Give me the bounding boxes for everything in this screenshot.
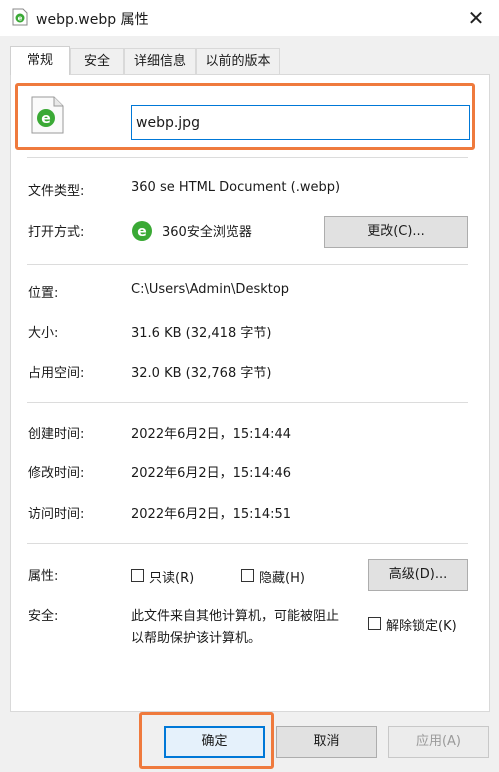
apply-button[interactable]: 应用(A) — [388, 726, 489, 758]
tab-previous-versions[interactable]: 以前的版本 — [196, 48, 280, 74]
window-title: webp.webp 属性 — [36, 12, 149, 28]
location-value: C:\Users\Admin\Desktop — [131, 282, 290, 297]
created-value: 2022年6月2日，15:14:44 — [131, 427, 292, 442]
accessed-value: 2022年6月2日，15:14:51 — [131, 507, 292, 522]
close-icon[interactable]: ✕ — [462, 4, 490, 32]
security-text-line1: 此文件来自其他计算机，可能被阻止 — [131, 609, 340, 624]
ok-button[interactable]: 确定 — [164, 726, 265, 758]
file-icon: e — [12, 8, 28, 26]
divider — [27, 402, 468, 403]
unblock-label[interactable]: 解除锁定(K) — [386, 615, 457, 634]
readonly-label[interactable]: 只读(R) — [149, 567, 194, 586]
change-button[interactable]: 更改(C)... — [324, 216, 468, 248]
advanced-button[interactable]: 高级(D)... — [368, 559, 468, 591]
accessed-label: 访问时间: — [28, 507, 85, 522]
location-label: 位置: — [28, 286, 59, 301]
tab-details[interactable]: 详细信息 — [124, 48, 196, 74]
cancel-button[interactable]: 取消 — [276, 726, 377, 758]
security-label: 安全: — [28, 609, 59, 624]
size-value: 31.6 KB (32,418 字节) — [131, 326, 272, 341]
divider — [27, 157, 468, 158]
disk-size-label: 占用空间: — [28, 366, 85, 381]
hidden-checkbox[interactable] — [241, 569, 254, 582]
unblock-checkbox[interactable] — [368, 617, 381, 630]
readonly-checkbox[interactable] — [131, 569, 144, 582]
file-name-input[interactable] — [131, 105, 470, 140]
svg-text:e: e — [137, 224, 147, 240]
svg-text:e: e — [41, 111, 51, 127]
svg-text:e: e — [18, 15, 23, 23]
file-type-label: 文件类型: — [28, 184, 85, 199]
divider — [27, 543, 468, 544]
tab-general[interactable]: 常规 — [10, 46, 70, 75]
security-text-line2: 以帮助保护该计算机。 — [131, 631, 262, 646]
divider — [27, 264, 468, 265]
modified-label: 修改时间: — [28, 466, 85, 481]
created-label: 创建时间: — [28, 427, 85, 442]
hidden-label[interactable]: 隐藏(H) — [259, 567, 305, 586]
open-with-value: 360安全浏览器 — [162, 225, 252, 240]
size-label: 大小: — [28, 326, 59, 341]
tab-security[interactable]: 安全 — [70, 48, 124, 74]
360-browser-file-icon: e — [31, 96, 64, 134]
attributes-label: 属性: — [28, 569, 59, 584]
360-browser-icon: e — [132, 221, 152, 241]
modified-value: 2022年6月2日，15:14:46 — [131, 466, 292, 481]
disk-size-value: 32.0 KB (32,768 字节) — [131, 366, 272, 381]
file-type-value: 360 se HTML Document (.webp) — [131, 180, 341, 195]
open-with-label: 打开方式: — [28, 225, 85, 240]
title-bar: e webp.webp 属性 ✕ — [0, 0, 499, 36]
